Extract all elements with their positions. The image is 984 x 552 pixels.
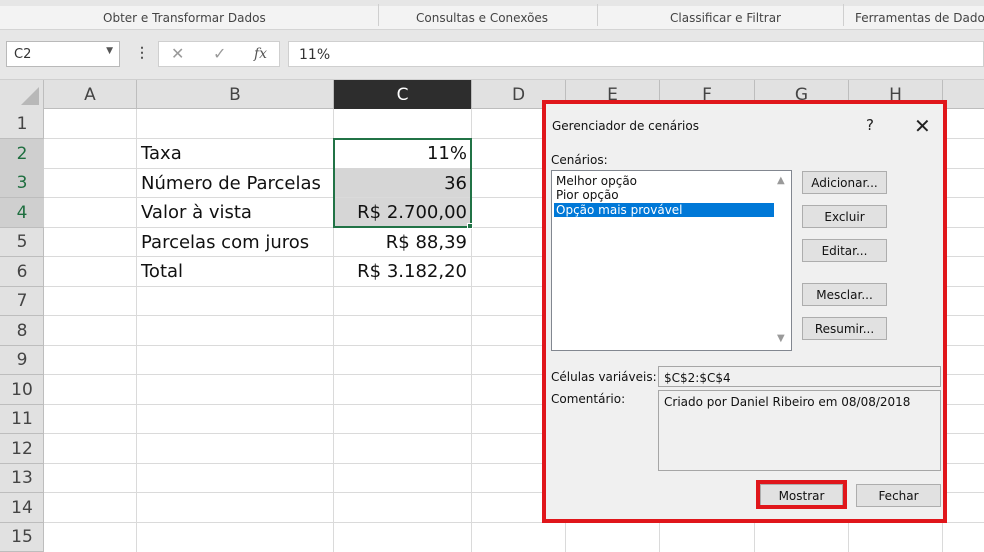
formula-buttons: ✕ ✓ fx	[158, 41, 280, 67]
group-get-transform-data: Obter e Transformar Dados	[103, 11, 266, 25]
row-header-7[interactable]: 7	[0, 286, 44, 316]
ribbon-group-labels: Obter e Transformar Dados Consultas e Co…	[0, 0, 984, 30]
name-box-value: C2	[14, 47, 32, 62]
cell-b2[interactable]: Taxa	[137, 139, 333, 168]
comment-label: Comentário:	[551, 392, 626, 406]
row-header-9[interactable]: 9	[0, 345, 44, 375]
more-options-icon[interactable]: ⋮	[135, 44, 149, 61]
delete-button[interactable]: Excluir	[802, 205, 887, 228]
cell-b4[interactable]: Valor à vista	[137, 198, 333, 227]
summary-button[interactable]: Resumir...	[802, 317, 887, 340]
row-header-10[interactable]: 10	[0, 375, 44, 405]
cell-c6[interactable]: R$ 3.182,20	[334, 257, 471, 286]
list-item[interactable]: Melhor opção	[554, 174, 774, 188]
fill-handle[interactable]	[467, 223, 473, 229]
chevron-down-icon[interactable]: ▼	[777, 333, 785, 344]
row-header-1[interactable]: 1	[0, 109, 44, 139]
column-header-b[interactable]: B	[137, 80, 334, 109]
add-button[interactable]: Adicionar...	[802, 171, 887, 194]
cell-c5[interactable]: R$ 88,39	[334, 228, 471, 257]
group-sort-filter: Classificar e Filtrar	[670, 11, 781, 25]
row-header-13[interactable]: 13	[0, 463, 44, 493]
row-header-11[interactable]: 11	[0, 404, 44, 434]
chevron-down-icon[interactable]: ▼	[106, 46, 113, 56]
scenarios-label: Cenários:	[551, 153, 608, 167]
ribbon-separator	[843, 4, 844, 26]
row-header-4[interactable]: 4	[0, 197, 44, 228]
show-button-highlight	[756, 480, 847, 509]
column-header-a[interactable]: A	[44, 80, 137, 109]
cell-b6[interactable]: Total	[137, 257, 333, 286]
chevron-up-icon[interactable]: ▲	[777, 175, 785, 186]
insert-function-icon[interactable]: fx	[254, 46, 267, 62]
list-item-selected[interactable]: Opção mais provável	[554, 203, 774, 217]
merge-button[interactable]: Mesclar...	[802, 283, 887, 306]
select-all-triangle-icon	[21, 87, 39, 105]
formula-input[interactable]: 11%	[288, 41, 984, 67]
edit-button[interactable]: Editar...	[802, 239, 887, 262]
comment-field: Criado por Daniel Ribeiro em 08/08/2018	[658, 390, 941, 471]
name-box[interactable]: C2 ▼	[6, 41, 120, 67]
list-scrollbar[interactable]: ▲ ▼	[774, 171, 791, 350]
row-header-12[interactable]: 12	[0, 434, 44, 464]
row-header-14[interactable]: 14	[0, 493, 44, 523]
ribbon-separator	[597, 4, 598, 26]
row-header-15[interactable]: 15	[0, 522, 44, 552]
group-queries-connections: Consultas e Conexões	[416, 11, 549, 25]
dialog-title: Gerenciador de cenários	[552, 119, 699, 133]
scenario-manager-dialog: Gerenciador de cenários ? ✕ Cenários: Me…	[546, 104, 943, 519]
ribbon-separator	[378, 4, 379, 26]
cell-b3[interactable]: Número de Parcelas	[137, 169, 333, 198]
select-all-button[interactable]	[0, 80, 44, 109]
check-icon[interactable]: ✓	[213, 44, 226, 64]
scenarios-list[interactable]: Melhor opção Pior opção Opção mais prová…	[551, 170, 792, 351]
cancel-icon[interactable]: ✕	[171, 44, 184, 64]
formula-bar-area: C2 ▼ ⋮ ✕ ✓ fx 11%	[0, 30, 984, 80]
row-header-2[interactable]: 2	[0, 138, 44, 169]
row-headers: 1 2 3 4 5 6 7 8 9 10 11 12 13 14 15	[0, 109, 44, 552]
row-header-3[interactable]: 3	[0, 168, 44, 198]
row-header-6[interactable]: 6	[0, 257, 44, 287]
close-button[interactable]: Fechar	[856, 484, 941, 507]
list-item[interactable]: Pior opção	[554, 188, 774, 202]
close-icon[interactable]: ✕	[914, 114, 931, 138]
ribbon-bottom-edge	[0, 0, 984, 6]
column-header-c[interactable]: C	[334, 80, 472, 109]
changing-cells-label: Células variáveis:	[551, 370, 657, 384]
selection-range	[333, 138, 472, 228]
row-header-5[interactable]: 5	[0, 227, 44, 257]
group-data-tools: Ferramentas de Dados	[855, 11, 984, 25]
row-header-8[interactable]: 8	[0, 316, 44, 346]
cell-b5[interactable]: Parcelas com juros	[137, 228, 333, 257]
help-button[interactable]: ?	[866, 116, 874, 134]
changing-cells-field: $C$2:$C$4	[658, 366, 941, 387]
